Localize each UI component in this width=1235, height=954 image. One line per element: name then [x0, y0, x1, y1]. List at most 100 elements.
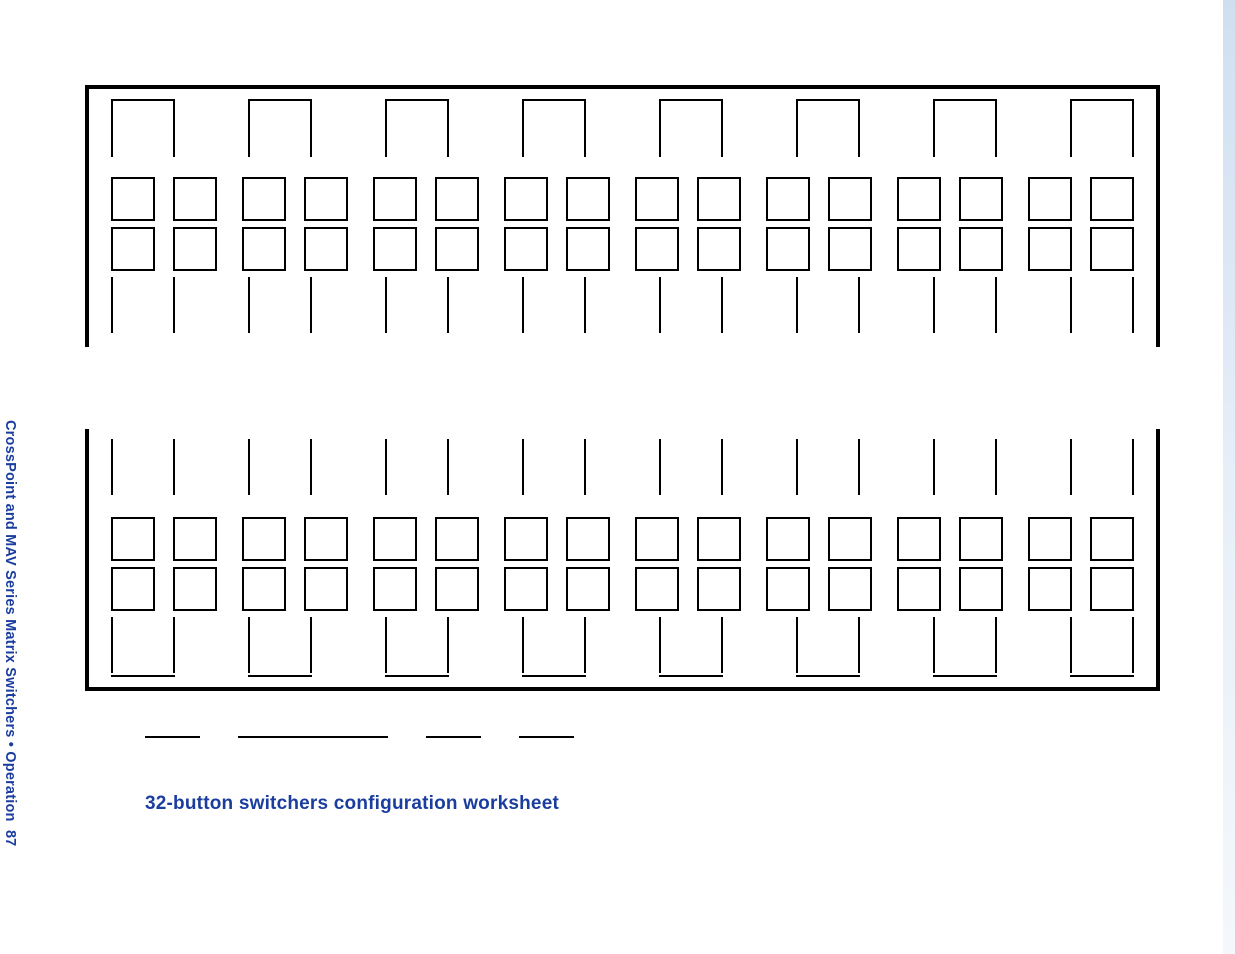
switcher-button[interactable]	[959, 177, 1003, 221]
switcher-button[interactable]	[242, 227, 286, 271]
field-blank[interactable]	[426, 736, 481, 738]
switcher-button[interactable]	[173, 227, 217, 271]
switcher-button[interactable]	[435, 227, 479, 271]
button-pair	[897, 567, 1003, 611]
switcher-button[interactable]	[897, 177, 941, 221]
tick	[1070, 101, 1072, 157]
switcher-button[interactable]	[435, 177, 479, 221]
tick	[111, 439, 113, 495]
switcher-button[interactable]	[304, 177, 348, 221]
switcher-button[interactable]	[897, 227, 941, 271]
tick-group	[796, 99, 860, 159]
switcher-button[interactable]	[566, 517, 610, 561]
switcher-button[interactable]	[1028, 227, 1072, 271]
switcher-button[interactable]	[959, 567, 1003, 611]
switcher-button[interactable]	[435, 517, 479, 561]
switcher-button[interactable]	[697, 517, 741, 561]
switcher-button[interactable]	[828, 227, 872, 271]
button-pair	[242, 227, 348, 271]
switcher-button[interactable]	[242, 177, 286, 221]
switcher-button[interactable]	[766, 227, 810, 271]
switcher-button[interactable]	[566, 567, 610, 611]
switcher-button[interactable]	[304, 567, 348, 611]
tick-group	[111, 439, 175, 499]
switcher-button[interactable]	[766, 177, 810, 221]
switcher-button[interactable]	[1090, 567, 1134, 611]
tick	[111, 101, 113, 157]
switcher-button[interactable]	[1028, 517, 1072, 561]
switcher-button[interactable]	[173, 567, 217, 611]
tick	[173, 439, 175, 495]
tick	[933, 439, 935, 495]
switcher-button[interactable]	[828, 567, 872, 611]
field-blank[interactable]	[519, 736, 574, 738]
switcher-button[interactable]	[504, 227, 548, 271]
tick	[721, 617, 723, 673]
switcher-button[interactable]	[697, 177, 741, 221]
switcher-button[interactable]	[828, 177, 872, 221]
switcher-button[interactable]	[566, 227, 610, 271]
switcher-button[interactable]	[766, 567, 810, 611]
tick-group	[522, 99, 586, 159]
switcher-button[interactable]	[566, 177, 610, 221]
switcher-button[interactable]	[1028, 177, 1072, 221]
switcher-button[interactable]	[1090, 177, 1134, 221]
tick-row-top	[111, 439, 1134, 499]
tick-group	[522, 439, 586, 499]
switcher-button[interactable]	[697, 567, 741, 611]
button-pair	[635, 227, 741, 271]
switcher-button[interactable]	[828, 517, 872, 561]
switcher-button[interactable]	[111, 517, 155, 561]
tick	[385, 617, 387, 673]
switcher-button[interactable]	[635, 567, 679, 611]
switcher-button[interactable]	[1090, 227, 1134, 271]
switcher-button[interactable]	[173, 177, 217, 221]
switcher-button[interactable]	[111, 227, 155, 271]
switcher-button[interactable]	[373, 567, 417, 611]
tick	[310, 617, 312, 673]
switcher-button[interactable]	[959, 227, 1003, 271]
switcher-button[interactable]	[373, 517, 417, 561]
switcher-button[interactable]	[304, 517, 348, 561]
switcher-button[interactable]	[242, 517, 286, 561]
tick	[659, 439, 661, 495]
tick	[584, 277, 586, 333]
button-pair	[766, 177, 872, 221]
button-pair	[635, 517, 741, 561]
switcher-button[interactable]	[373, 227, 417, 271]
switcher-button[interactable]	[304, 227, 348, 271]
tick	[111, 617, 113, 673]
tick	[796, 617, 798, 673]
switcher-button[interactable]	[373, 177, 417, 221]
field-blank[interactable]	[238, 736, 388, 738]
page-edge-gradient	[1223, 0, 1235, 954]
switcher-button[interactable]	[635, 177, 679, 221]
tick-group	[385, 617, 449, 677]
switcher-button[interactable]	[635, 227, 679, 271]
switcher-button[interactable]	[242, 567, 286, 611]
switcher-button[interactable]	[435, 567, 479, 611]
switcher-button[interactable]	[635, 517, 679, 561]
tick	[310, 101, 312, 157]
field-blank[interactable]	[145, 736, 200, 738]
switcher-button[interactable]	[897, 517, 941, 561]
switcher-button[interactable]	[1090, 517, 1134, 561]
switcher-button[interactable]	[111, 567, 155, 611]
switcher-button[interactable]	[504, 567, 548, 611]
tick	[522, 617, 524, 673]
switcher-button[interactable]	[173, 517, 217, 561]
switcher-button[interactable]	[959, 517, 1003, 561]
tick-group	[248, 439, 312, 499]
button-pair	[766, 227, 872, 271]
button-pair	[1028, 567, 1134, 611]
switcher-button[interactable]	[897, 567, 941, 611]
switcher-button[interactable]	[766, 517, 810, 561]
switcher-button[interactable]	[697, 227, 741, 271]
switcher-button[interactable]	[504, 177, 548, 221]
switcher-button[interactable]	[1028, 567, 1072, 611]
tick	[858, 101, 860, 157]
switcher-button[interactable]	[504, 517, 548, 561]
tick-group	[796, 439, 860, 499]
tick	[1070, 617, 1072, 673]
switcher-button[interactable]	[111, 177, 155, 221]
